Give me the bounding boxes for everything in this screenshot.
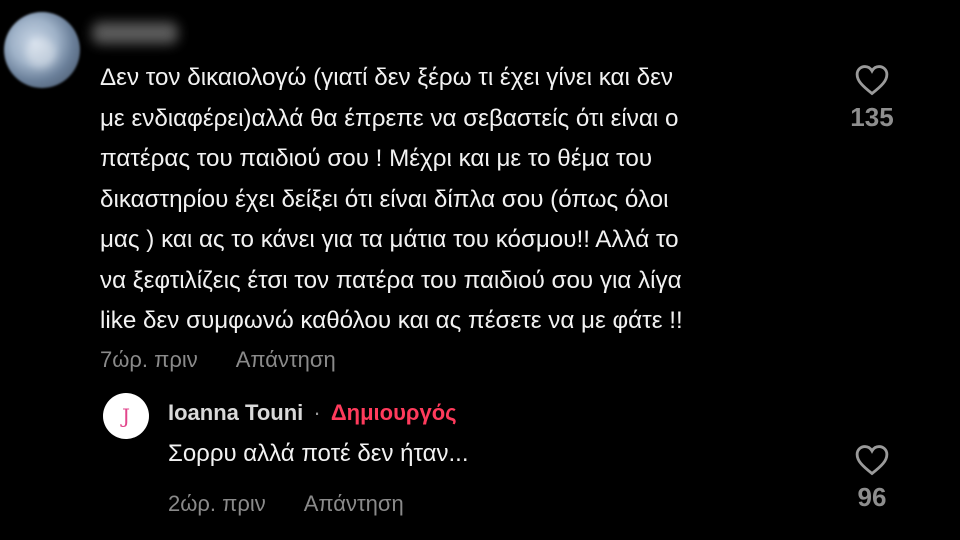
separator-dot: · [313, 400, 321, 425]
reply-meta: 2ώρ. πριν Απάντηση [168, 491, 404, 517]
heart-icon[interactable] [855, 444, 889, 476]
comment-meta: 7ώρ. πριν Απάντηση [100, 347, 336, 373]
comment-text: Δεν τον δικαιολογώ (γιατί δεν ξέρω τι έχ… [100, 64, 683, 334]
avatar[interactable] [4, 12, 80, 88]
like-count: 135 [850, 102, 894, 132]
comment-like-button[interactable]: 135 [832, 64, 912, 133]
username-blurred[interactable] [92, 22, 178, 44]
heart-icon[interactable] [855, 64, 889, 96]
reply-like-button[interactable]: 96 [832, 444, 912, 513]
creator-badge: Δημιουργός [330, 400, 457, 425]
avatar-letter: J [121, 404, 131, 428]
reply-header: Ioanna Touni · Δημιουργός [168, 400, 457, 426]
comment-thread: Δεν τον δικαιολογώ (γιατί δεν ξέρω τι έχ… [0, 0, 960, 540]
reply-timestamp: 2ώρ. πριν [168, 491, 266, 516]
reply-text: Σορρυ αλλά ποτέ δεν ήταν... [168, 440, 469, 467]
reply-avatar[interactable]: J [103, 393, 149, 439]
reply-button[interactable]: Απάντηση [304, 491, 404, 517]
reply-username[interactable]: Ioanna Touni [168, 400, 303, 425]
reply-button[interactable]: Απάντηση [236, 347, 336, 373]
like-count: 96 [857, 482, 887, 512]
comment-timestamp: 7ώρ. πριν [100, 347, 198, 372]
